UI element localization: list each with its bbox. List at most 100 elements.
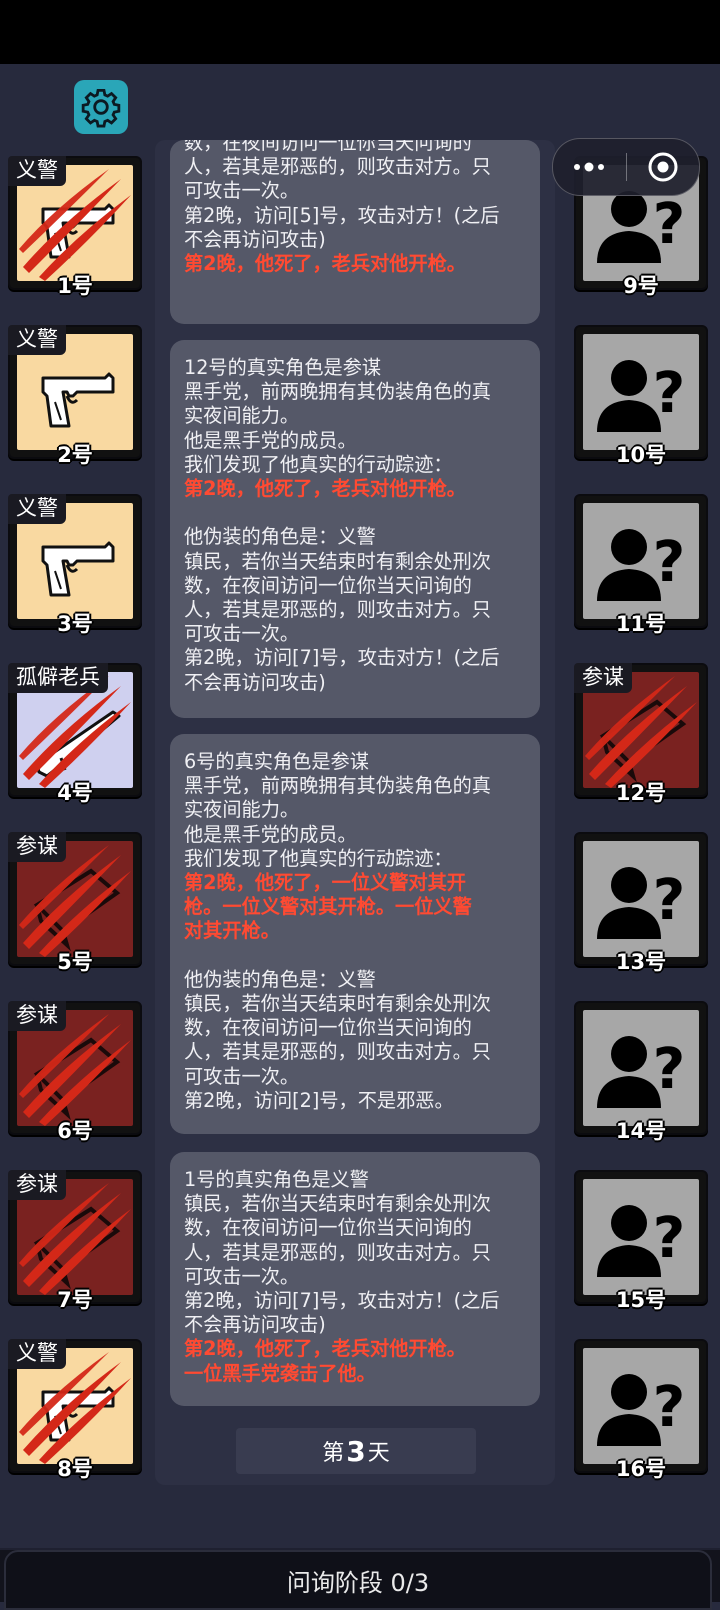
mini-program-capsule bbox=[552, 138, 700, 196]
message-event-line: 一位黑手党袭击了他。 bbox=[184, 1361, 376, 1385]
message-line: 镇民，若你当天结束时有剩余处刑次 bbox=[184, 1192, 491, 1216]
svg-text:?: ? bbox=[653, 1037, 685, 1102]
message-line: 人，若其是邪恶的，则攻击对方。只 bbox=[184, 1040, 491, 1064]
gear-icon bbox=[81, 88, 121, 128]
player-number: 11号 bbox=[615, 612, 667, 636]
message-event-line: 第2晚，他死了，老兵对他开枪。 bbox=[184, 1337, 466, 1361]
message-event-line: 第2晚，他死了，老兵对他开枪。 bbox=[184, 477, 466, 501]
player-card-11号[interactable]: ? 11号 bbox=[574, 494, 708, 636]
message-line: 1号的真实角色是义警 bbox=[184, 1168, 369, 1191]
message-line: 不会再访问攻击) bbox=[184, 670, 326, 694]
message-line bbox=[184, 501, 528, 525]
unknown-person-icon: ? bbox=[597, 1374, 685, 1446]
unknown-person-icon: ? bbox=[597, 360, 685, 432]
more-button[interactable] bbox=[553, 139, 626, 195]
day-number: 3 bbox=[346, 1434, 366, 1468]
message-line: 实夜间能力。 bbox=[184, 404, 300, 428]
unknown-person-icon: ? bbox=[597, 867, 685, 939]
message-line: 人，若其是邪恶的，则攻击对方。只 bbox=[184, 598, 491, 622]
message-card: 数，在夜间访问一位你当天问询的 人，若其是邪恶的，则攻击对方。只 可攻击一次。 第2晚… bbox=[170, 140, 540, 324]
svg-text:?: ? bbox=[653, 192, 685, 257]
message-line: 数，在夜间访问一位你当天问询的 bbox=[184, 1216, 472, 1240]
message-card: 1号的真实角色是义警 镇民，若你当天结束时有剩余处刑次 数，在夜间访问一位你当天问询… bbox=[170, 1152, 540, 1406]
player-card-12号[interactable]: 参谋 12号 bbox=[574, 663, 708, 805]
player-portrait: ? bbox=[583, 1179, 699, 1295]
player-number: 2号 bbox=[57, 443, 93, 467]
message-body: 数，在夜间访问一位你当天问询的 人，若其是邪恶的，则攻击对方。只 可攻击一次。 第2晚… bbox=[184, 140, 528, 276]
player-role-tag: 参谋 bbox=[8, 1001, 66, 1031]
message-line: 镇民，若你当天结束时有剩余处刑次 bbox=[184, 992, 491, 1016]
message-body: 6号的真实角色是参谋 黑手党，前两晚拥有其伪装角色的真 实夜间能力。 他是黑手党的成员… bbox=[184, 750, 528, 1113]
message-line: 可攻击一次。 bbox=[184, 622, 300, 646]
message-line: 人，若其是邪恶的，则攻击对方。只 bbox=[184, 155, 491, 179]
player-number: 16号 bbox=[615, 1457, 667, 1481]
message-event-line: 第2晚，他死了，老兵对他开枪。 bbox=[184, 252, 466, 276]
message-line: 数，在夜间访问一位你当天问询的 bbox=[184, 573, 472, 597]
player-role-tag: 义警 bbox=[8, 325, 66, 355]
player-role-tag: 义警 bbox=[8, 156, 66, 186]
player-card-5号[interactable]: 参谋 5号 bbox=[8, 832, 142, 974]
message-line: 黑手党，前两晚拥有其伪装角色的真 bbox=[184, 380, 491, 404]
player-portrait: ? bbox=[583, 1010, 699, 1126]
player-number: 8号 bbox=[57, 1457, 93, 1481]
player-card-2号[interactable]: 义警 2号 bbox=[8, 325, 142, 467]
day-button[interactable]: 第 3 天 bbox=[236, 1428, 476, 1474]
unknown-person-icon: ? bbox=[597, 1036, 685, 1108]
player-card-1号[interactable]: 义警 1号 bbox=[8, 156, 142, 298]
message-event-line: 第2晚，他死了，一位义警对其开 bbox=[184, 871, 466, 895]
player-card-7号[interactable]: 参谋 7号 bbox=[8, 1170, 142, 1312]
svg-text:?: ? bbox=[653, 1206, 685, 1271]
message-line: 数，在夜间访问一位你当天问询的 bbox=[184, 1016, 472, 1040]
player-role-tag: 参谋 bbox=[8, 1170, 66, 1200]
player-card-3号[interactable]: 义警 3号 bbox=[8, 494, 142, 636]
unknown-person-icon: ? bbox=[597, 1205, 685, 1277]
player-portrait: ? bbox=[583, 841, 699, 957]
player-card-15号[interactable]: ? 15号 bbox=[574, 1170, 708, 1312]
player-card-16号[interactable]: ? 16号 bbox=[574, 1339, 708, 1481]
player-role-tag: 义警 bbox=[8, 494, 66, 524]
message-line: 他伪装的角色是：义警 bbox=[184, 525, 376, 549]
message-line: 可攻击一次。 bbox=[184, 1264, 300, 1288]
message-card: 12号的真实角色是参谋 黑手党，前两晚拥有其伪装角色的真 实夜间能力。 他是黑手党的成… bbox=[170, 340, 540, 718]
player-card-8号[interactable]: 义警 8号 bbox=[8, 1339, 142, 1481]
player-role-tag: 义警 bbox=[8, 1339, 66, 1369]
player-card-13号[interactable]: ? 13号 bbox=[574, 832, 708, 974]
message-line bbox=[184, 944, 528, 968]
message-line: 人，若其是邪恶的，则攻击对方。只 bbox=[184, 1240, 491, 1264]
player-number: 9号 bbox=[623, 274, 659, 298]
day-suffix: 天 bbox=[367, 1441, 390, 1466]
message-line: 第2晚，访问[2]号，不是邪恶。 bbox=[184, 1088, 454, 1112]
player-card-6号[interactable]: 参谋 6号 bbox=[8, 1001, 142, 1143]
message-line: 6号的真实角色是参谋 bbox=[184, 750, 369, 773]
unknown-person-icon: ? bbox=[597, 529, 685, 601]
player-card-10号[interactable]: ? 10号 bbox=[574, 325, 708, 467]
message-body: 1号的真实角色是义警 镇民，若你当天结束时有剩余处刑次 数，在夜间访问一位你当天问询… bbox=[184, 1168, 528, 1386]
player-card-14号[interactable]: ? 14号 bbox=[574, 1001, 708, 1143]
message-line: 可攻击一次。 bbox=[184, 179, 300, 203]
player-card-4号[interactable]: 孤僻老兵 4号 bbox=[8, 663, 142, 805]
message-line: 他是黑手党的成员。 bbox=[184, 822, 357, 846]
svg-text:?: ? bbox=[653, 530, 685, 595]
player-number: 1号 bbox=[57, 274, 93, 298]
settings-button[interactable] bbox=[74, 80, 128, 134]
message-line: 他伪装的角色是：义警 bbox=[184, 967, 376, 991]
player-number: 7号 bbox=[57, 1288, 93, 1312]
player-number: 5号 bbox=[57, 950, 93, 974]
svg-text:?: ? bbox=[653, 868, 685, 933]
message-line: 不会再访问攻击) bbox=[184, 227, 326, 251]
close-button[interactable] bbox=[627, 139, 700, 195]
player-role-tag: 孤僻老兵 bbox=[8, 663, 108, 693]
phase-bar: 问询阶段 0/3 bbox=[0, 1548, 720, 1610]
svg-text:?: ? bbox=[653, 361, 685, 426]
player-role-tag: 参谋 bbox=[8, 832, 66, 862]
message-line: 实夜间能力。 bbox=[184, 798, 300, 822]
player-number: 15号 bbox=[615, 1288, 667, 1312]
message-line: 我们发现了他真实的行动踪迹： bbox=[184, 452, 453, 476]
message-line: 黑手党，前两晚拥有其伪装角色的真 bbox=[184, 774, 491, 798]
message-line: 12号的真实角色是参谋 bbox=[184, 356, 382, 379]
message-line: 不会再访问攻击) bbox=[184, 1313, 326, 1337]
message-line: 他是黑手党的成员。 bbox=[184, 428, 357, 452]
player-number: 13号 bbox=[615, 950, 667, 974]
phase-label: 问询阶段 0/3 bbox=[4, 1550, 712, 1610]
player-number: 3号 bbox=[57, 612, 93, 636]
